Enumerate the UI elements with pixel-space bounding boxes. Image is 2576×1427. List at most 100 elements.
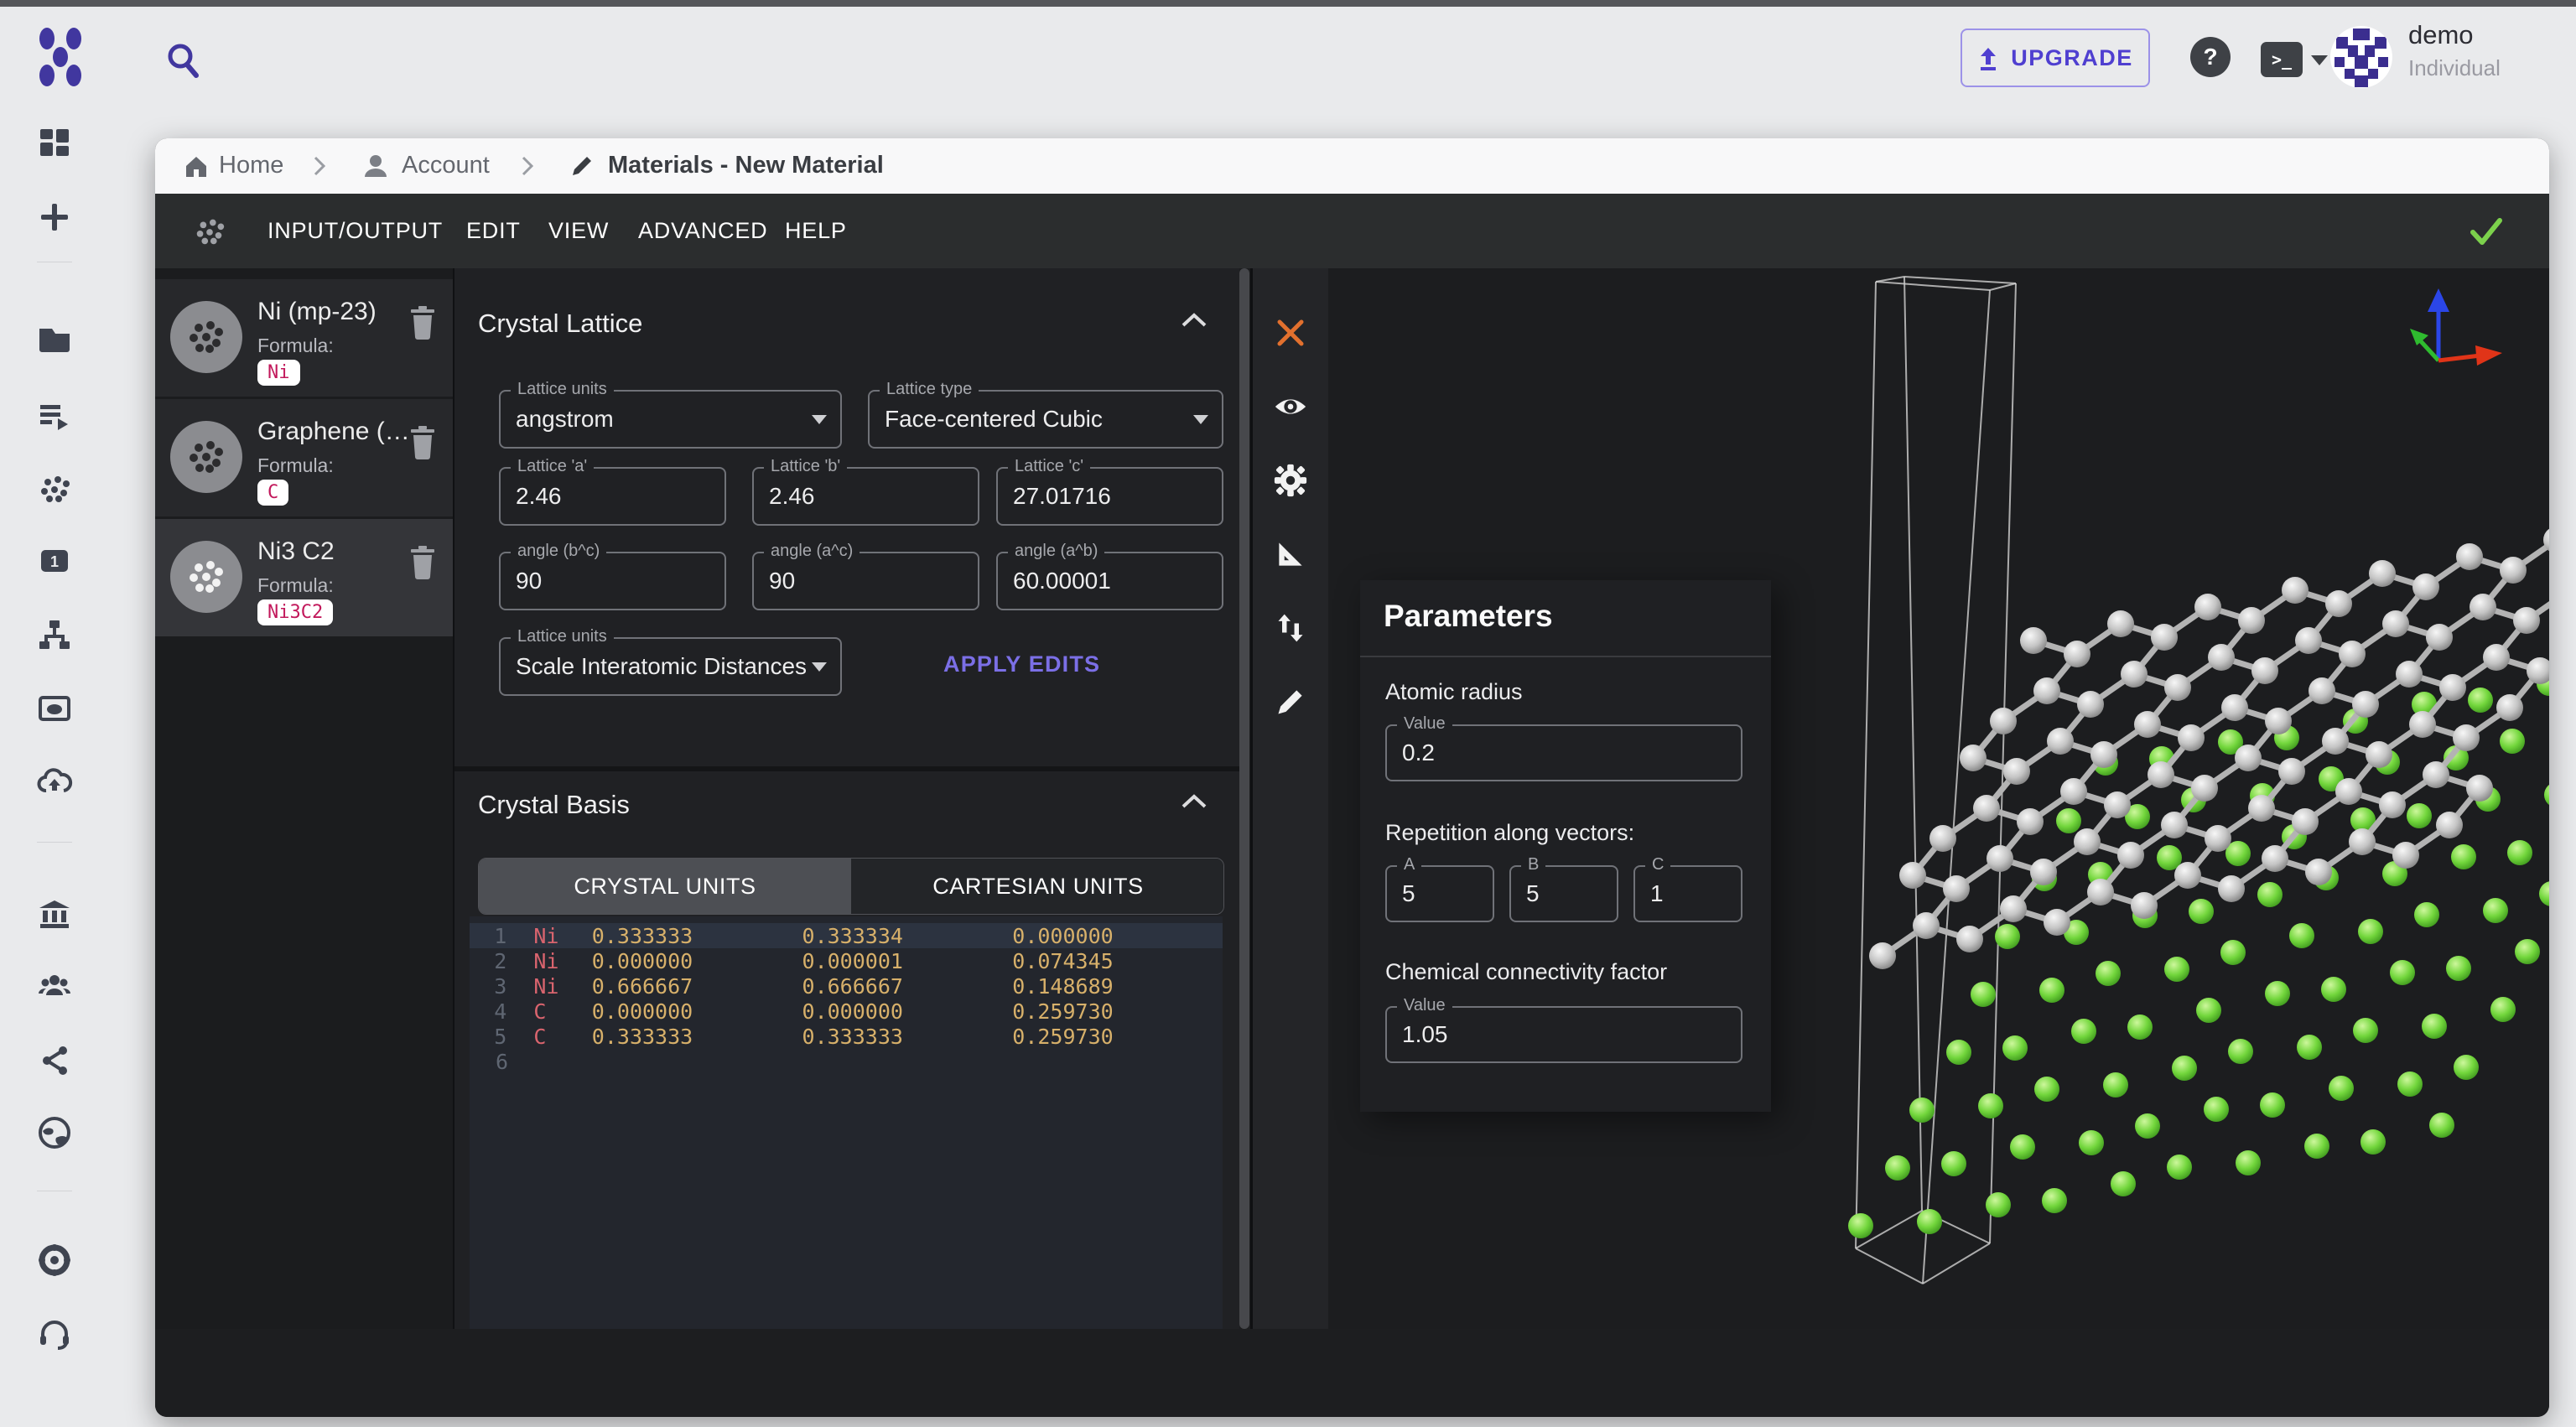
delete-icon[interactable] <box>407 304 439 340</box>
connectivity-label: Chemical connectivity factor <box>1385 959 1667 985</box>
basis-row: 1 Ni 0.333333 0.333334 0.000000 <box>470 923 1223 948</box>
import-export-icon[interactable] <box>1273 610 1308 646</box>
breadcrumb-account[interactable]: Account <box>402 152 490 179</box>
delete-icon[interactable] <box>407 544 439 579</box>
lattice-type-select[interactable]: Lattice type Face-centered Cubic <box>868 390 1223 449</box>
sidebar-divider <box>37 842 72 843</box>
headset-icon <box>36 1315 73 1352</box>
upgrade-button[interactable]: UPGRADE <box>1961 29 2150 87</box>
sidebar-item-create[interactable] <box>34 196 75 238</box>
repetition-c-input[interactable]: C 1 <box>1633 865 1742 922</box>
visibility-eye-icon[interactable] <box>1273 389 1308 424</box>
user-name[interactable]: demo <box>2408 20 2474 50</box>
people-icon <box>36 968 73 1005</box>
globe-icon <box>36 1114 73 1151</box>
lattice-units-select[interactable]: Lattice units angstrom <box>499 390 842 449</box>
atomic-radius-input[interactable]: Value 0.2 <box>1385 724 1742 781</box>
dashboard-icon <box>36 123 73 160</box>
console-dropdown-caret-icon[interactable] <box>2311 55 2328 65</box>
avatar[interactable] <box>2329 25 2393 89</box>
material-item-ni[interactable]: Ni (mp-23) Formula: Ni <box>155 279 453 397</box>
field-value: angstrom <box>516 406 614 433</box>
flowchart-icon <box>36 616 73 653</box>
formula-label: Formula: <box>257 335 334 357</box>
delete-icon[interactable] <box>407 424 439 459</box>
sidebar-item-share[interactable] <box>34 1040 75 1082</box>
material-item-ni3c2[interactable]: Ni3 C2 Formula: Ni3C2 <box>155 519 453 636</box>
coord-y: 0.000000 <box>802 999 1013 1024</box>
lattice-units-scale-select[interactable]: Lattice units Scale Interatomic Distance… <box>499 637 842 696</box>
angle-alpha-input[interactable]: angle (b^c) 90 <box>499 552 726 610</box>
collapse-chevron-icon[interactable] <box>1180 793 1208 810</box>
field-label: angle (a^c) <box>764 542 860 561</box>
looks-one-icon: 1 <box>36 542 73 579</box>
close-icon[interactable] <box>1273 315 1308 350</box>
save-check-icon[interactable] <box>2468 215 2505 249</box>
repetition-b-input[interactable]: B 5 <box>1509 865 1618 922</box>
sidebar-item-workflows[interactable] <box>34 614 75 656</box>
element-symbol: C <box>533 1025 591 1049</box>
search-icon[interactable] <box>164 42 203 80</box>
coord-z: 0.259730 <box>1012 1025 1223 1049</box>
field-value: 0.2 <box>1402 739 1435 766</box>
sidebar-item-admin[interactable] <box>34 1239 75 1281</box>
breadcrumb-home[interactable]: Home <box>219 152 283 179</box>
field-label: Lattice units <box>511 380 614 399</box>
molecule-icon <box>36 470 73 507</box>
field-value: 2.46 <box>516 483 562 510</box>
connectivity-input[interactable]: Value 1.05 <box>1385 1006 1742 1063</box>
angle-beta-input[interactable]: angle (a^c) 90 <box>752 552 979 610</box>
structure-viewer[interactable]: Parameters Atomic radius Value 0.2 Repet… <box>1253 268 2549 1329</box>
basis-row: 2 Ni 0.000000 0.000001 0.074345 <box>470 948 1223 973</box>
tab-crystal-units[interactable]: CRYSTAL UNITS <box>479 859 851 914</box>
sidebar-item-organization[interactable] <box>34 894 75 936</box>
dropdown-caret-icon <box>812 415 827 424</box>
tab-cartesian-units[interactable]: CARTESIAN UNITS <box>853 859 1223 914</box>
help-button[interactable]: ? <box>2190 37 2231 77</box>
sidebar-item-projects[interactable] <box>34 317 75 359</box>
sidebar-item-public[interactable] <box>34 1112 75 1154</box>
app-header: UPGRADE ? >_ demo Individual <box>0 7 2576 138</box>
sidebar-item-images[interactable] <box>34 688 75 729</box>
molecule-icon <box>192 214 227 249</box>
repetition-label: Repetition along vectors: <box>1385 820 1634 846</box>
angle-gamma-input[interactable]: angle (a^b) 60.00001 <box>996 552 1223 610</box>
apply-edits-button[interactable]: APPLY EDITS <box>943 651 1100 677</box>
terminal-glyph: >_ <box>2272 49 2292 70</box>
field-label: C <box>1645 855 1670 874</box>
settings-gear-icon[interactable] <box>1273 463 1308 498</box>
sidebar-item-bank[interactable]: 1 <box>34 540 75 582</box>
sidebar-item-dashboard[interactable] <box>34 121 75 163</box>
menu-advanced[interactable]: ADVANCED <box>638 194 767 268</box>
menu-help[interactable]: HELP <box>785 194 847 268</box>
pencil-icon <box>568 152 596 180</box>
basis-code-editor[interactable]: 1 Ni 0.333333 0.333334 0.000000 2 Ni 0.0… <box>470 916 1223 1329</box>
measure-set-square-icon[interactable] <box>1273 537 1308 572</box>
repetition-a-input[interactable]: A 5 <box>1385 865 1494 922</box>
scrollbar[interactable] <box>1239 268 1249 1329</box>
sidebar-item-uploads[interactable] <box>34 761 75 803</box>
bank-icon <box>36 896 73 933</box>
sidebar-item-support[interactable] <box>34 1313 75 1355</box>
lattice-a-input[interactable]: Lattice 'a' 2.46 <box>499 467 726 526</box>
formula-label: Formula: <box>257 454 334 477</box>
home-icon[interactable] <box>183 153 210 180</box>
browser-edge <box>0 0 2576 7</box>
sidebar-item-materials[interactable] <box>34 468 75 510</box>
line-number: 6 <box>470 1050 508 1074</box>
menu-input-output[interactable]: INPUT/OUTPUT <box>267 194 443 268</box>
dropdown-caret-icon <box>1193 415 1208 424</box>
molecule-icon <box>170 421 242 493</box>
edit-pencil-icon[interactable] <box>1273 684 1308 719</box>
menu-view[interactable]: VIEW <box>548 194 609 268</box>
sidebar-item-team[interactable] <box>34 966 75 1008</box>
sidebar-item-jobs[interactable] <box>34 394 75 436</box>
menu-edit[interactable]: EDIT <box>466 194 521 268</box>
material-item-graphene[interactable]: Graphene (… Formula: C <box>155 399 453 516</box>
lattice-c-input[interactable]: Lattice 'c' 27.01716 <box>996 467 1223 526</box>
coord-z: 0.074345 <box>1012 949 1223 973</box>
console-button[interactable]: >_ <box>2261 42 2303 77</box>
lattice-b-input[interactable]: Lattice 'b' 2.46 <box>752 467 979 526</box>
app-logo-icon[interactable] <box>37 27 84 87</box>
collapse-chevron-icon[interactable] <box>1180 312 1208 329</box>
